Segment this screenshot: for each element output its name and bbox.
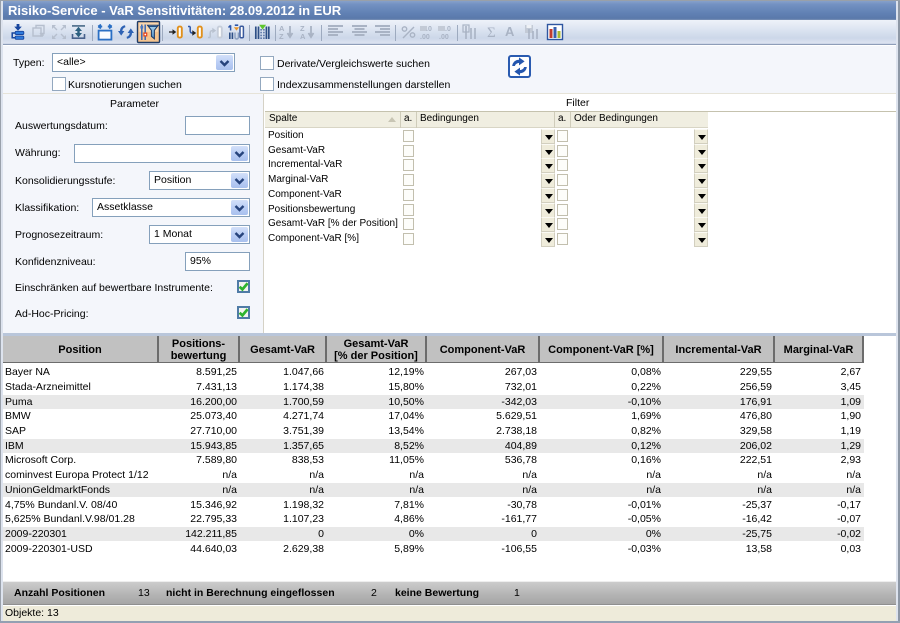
svg-text:Z: Z bbox=[279, 32, 284, 41]
svg-text:A: A bbox=[505, 24, 515, 39]
svg-text:.0: .0 bbox=[445, 26, 451, 33]
svg-text:.00: .00 bbox=[439, 34, 449, 41]
svg-text:A: A bbox=[300, 32, 306, 41]
svg-text:Σ: Σ bbox=[487, 25, 496, 41]
svg-text:.0: .0 bbox=[426, 26, 432, 33]
svg-text:.00: .00 bbox=[420, 34, 430, 41]
